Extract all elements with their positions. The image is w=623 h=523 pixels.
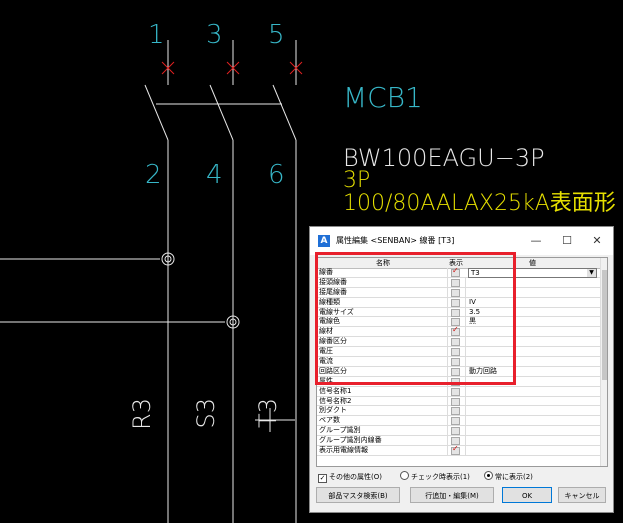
device-model[interactable]: BW100EAGU−3P bbox=[343, 146, 545, 170]
device-rating[interactable]: 100/80AALAX25kA表面形 bbox=[343, 193, 616, 215]
scrollbar-thumb[interactable] bbox=[602, 270, 607, 380]
display-checkbox[interactable] bbox=[451, 397, 460, 406]
parts-master-search-button[interactable]: 部品マスタ検索(B) bbox=[316, 487, 400, 503]
attribute-name: ペア数 bbox=[319, 416, 448, 426]
terminal-label-5: 5 bbox=[268, 20, 285, 50]
radio-selected-icon bbox=[484, 471, 493, 480]
attribute-row[interactable]: ペア数 bbox=[317, 416, 600, 427]
terminal-label-3: 3 bbox=[206, 20, 223, 50]
phase-label-r3[interactable]: R3 bbox=[128, 398, 156, 430]
minimize-button[interactable]: — bbox=[524, 231, 548, 251]
grid-scrollbar[interactable] bbox=[600, 258, 607, 466]
terminal-label-1: 1 bbox=[148, 20, 165, 50]
attribute-value[interactable] bbox=[465, 406, 599, 416]
attribute-row[interactable]: 表示用電線情報 bbox=[317, 445, 600, 456]
radio-always-label: 常に表示(2) bbox=[495, 473, 533, 481]
attribute-name: グループ識別内線番 bbox=[319, 436, 448, 446]
attribute-row[interactable]: 信号名称1 bbox=[317, 386, 600, 397]
device-poles[interactable]: 3P bbox=[343, 170, 370, 192]
attribute-name: 表示用電線情報 bbox=[319, 446, 448, 455]
ok-button[interactable]: OK bbox=[502, 487, 552, 503]
phase-label-t3[interactable]: T3 bbox=[254, 398, 282, 428]
row-add-edit-button[interactable]: 行追加・編集(M) bbox=[410, 487, 494, 503]
display-checkbox[interactable] bbox=[451, 407, 460, 416]
attribute-name: 信号名称1 bbox=[319, 386, 448, 396]
attribute-value[interactable] bbox=[465, 396, 599, 406]
dialog-title: 属性編集 <SENBAN> 線番 [T3] bbox=[336, 236, 455, 245]
radio-always-display[interactable]: 常に表示(2) bbox=[484, 471, 533, 483]
app-icon: A bbox=[318, 235, 330, 247]
attribute-value[interactable] bbox=[465, 386, 599, 396]
cancel-button[interactable]: キャンセル bbox=[558, 487, 606, 503]
display-checkbox[interactable] bbox=[451, 445, 460, 456]
radio-checked-label: チェック時表示(1) bbox=[411, 473, 470, 481]
radio-checked-display[interactable]: チェック時表示(1) bbox=[400, 471, 470, 483]
chevron-down-icon[interactable]: ▼ bbox=[587, 269, 596, 277]
terminal-label-4: 4 bbox=[206, 160, 223, 190]
display-checkbox[interactable] bbox=[451, 427, 460, 436]
maximize-button[interactable]: ☐ bbox=[555, 231, 579, 251]
terminal-label-6: 6 bbox=[268, 160, 285, 190]
close-button[interactable]: ✕ bbox=[585, 231, 609, 251]
display-checkbox[interactable] bbox=[451, 387, 460, 396]
attribute-name: 別ダクト bbox=[319, 406, 448, 416]
attribute-row[interactable]: グループ識別 bbox=[317, 426, 600, 437]
radio-icon bbox=[400, 471, 409, 480]
attribute-row[interactable]: 別ダクト bbox=[317, 406, 600, 417]
attribute-value[interactable] bbox=[465, 426, 599, 436]
attribute-value[interactable] bbox=[465, 416, 599, 426]
display-checkbox[interactable] bbox=[451, 417, 460, 426]
other-attr-label: その他の属性(O) bbox=[329, 473, 382, 481]
attribute-name: グループ識別 bbox=[319, 426, 448, 436]
terminal-label-2: 2 bbox=[145, 160, 162, 190]
check-icon: ✓ bbox=[318, 474, 327, 483]
phase-label-s3[interactable]: S3 bbox=[192, 398, 220, 429]
attribute-value[interactable] bbox=[465, 446, 599, 455]
attribute-value[interactable] bbox=[465, 436, 599, 446]
other-attr-checkbox[interactable]: ✓ その他の属性(O) bbox=[318, 471, 382, 483]
highlight-box bbox=[315, 252, 516, 385]
display-options: ✓ その他の属性(O) チェック時表示(1) 常に表示(2) bbox=[316, 471, 612, 485]
device-name[interactable]: MCB1 bbox=[343, 84, 423, 112]
dialog-titlebar[interactable]: A 属性編集 <SENBAN> 線番 [T3] — ☐ ✕ bbox=[310, 227, 613, 255]
attribute-name: 信号名称2 bbox=[319, 396, 448, 406]
attribute-row[interactable]: 信号名称2 bbox=[317, 396, 600, 407]
